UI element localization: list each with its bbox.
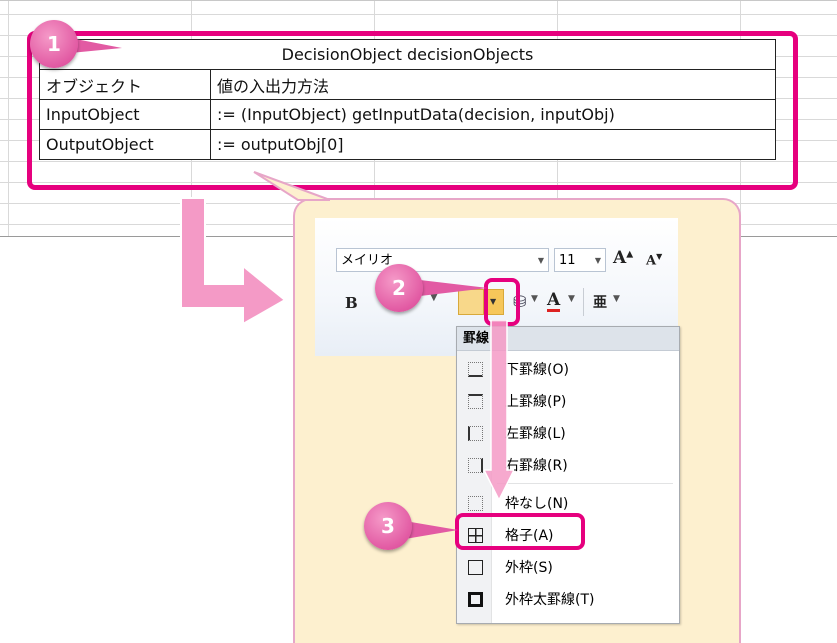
menu-item-label: 右罫線(R) (505, 458, 568, 474)
menu-item-thick-box-border[interactable]: 外枠太罫線(T) (457, 585, 679, 615)
grow-font-button[interactable]: A▲ (613, 248, 633, 268)
chevron-down-icon[interactable]: ▼ (613, 294, 620, 304)
menu-item-outside-borders[interactable]: 外枠(S) (457, 553, 679, 583)
outside-borders-icon (468, 560, 483, 575)
chevron-down-icon[interactable]: ▼ (568, 294, 575, 304)
menu-item-label: 下罫線(O) (505, 362, 569, 378)
phonetic-guide-button[interactable]: 亜 (593, 292, 607, 312)
badge-two: 2 (375, 264, 423, 312)
font-size-select[interactable]: 11 ▼ (554, 248, 606, 272)
font-name-select[interactable]: メイリオ ▼ (336, 248, 549, 272)
sheet-top-border (0, 0, 837, 1)
chevron-down-icon: ▼ (594, 256, 601, 265)
shrink-font-button[interactable]: A▼ (646, 251, 662, 268)
badge-one: 1 (30, 20, 78, 68)
menu-item-label: 左罫線(L) (505, 426, 566, 442)
chevron-down-icon[interactable]: ▼ (531, 294, 538, 304)
down-arrow-icon (484, 320, 514, 500)
left-border-icon (468, 426, 483, 441)
badge-two-pointer (420, 280, 488, 296)
grow-font-label: A (613, 248, 627, 268)
bottom-border-icon (468, 362, 483, 377)
badge-three-pointer (405, 521, 458, 539)
shrink-font-label: A (646, 253, 657, 269)
menu-item-label: 上罫線(P) (505, 394, 567, 410)
chevron-down-icon: ▼ (537, 256, 544, 265)
right-border-icon (468, 458, 483, 473)
table-highlight-box (27, 31, 798, 190)
thick-box-border-icon (468, 592, 483, 607)
all-borders-highlight (455, 513, 585, 550)
menu-separator (497, 483, 673, 484)
menu-item-label: 外枠(S) (505, 560, 553, 576)
menu-item-label: 外枠太罫線(T) (505, 592, 595, 608)
big-arrow-icon (180, 197, 287, 326)
no-border-icon (468, 496, 483, 511)
font-size-value: 11 (559, 253, 576, 268)
font-name-value: メイリオ (341, 253, 394, 268)
font-color-button[interactable]: A (547, 291, 561, 312)
bold-button[interactable]: B (345, 294, 358, 312)
top-border-icon (468, 394, 483, 409)
ribbon-divider (583, 288, 584, 316)
badge-three: 3 (364, 502, 412, 550)
